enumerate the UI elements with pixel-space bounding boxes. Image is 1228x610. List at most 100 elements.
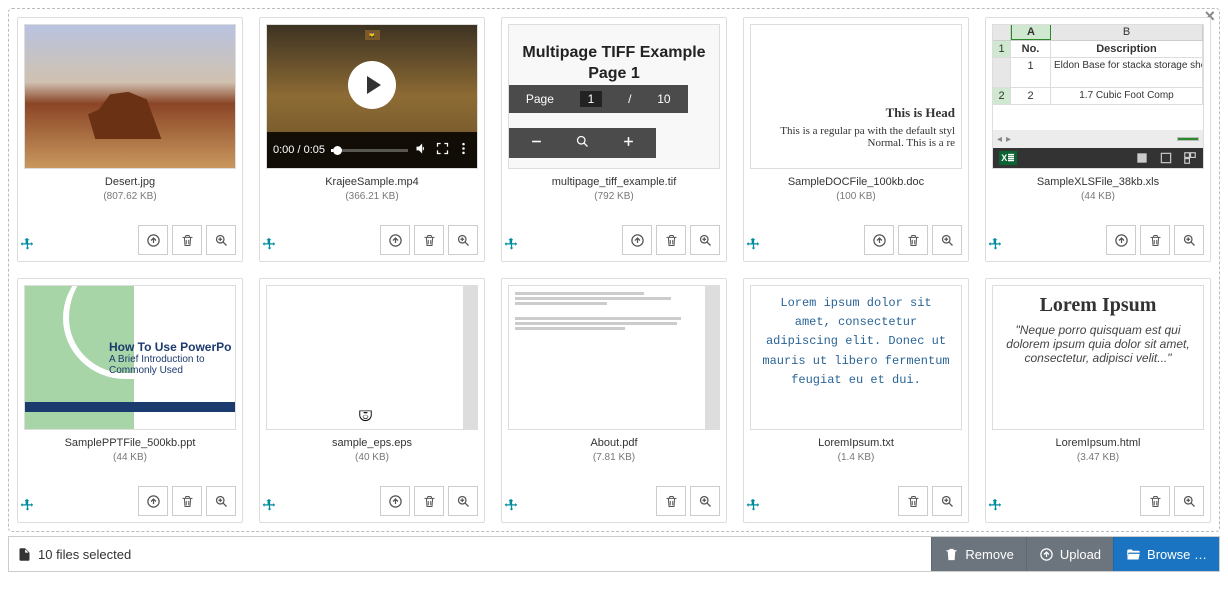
upload-button[interactable]: Upload <box>1026 537 1113 571</box>
thumbnail-preview: Lorem ipsum dolor sit amet, consectetur … <box>750 285 962 430</box>
file-actions <box>992 225 1204 255</box>
thumbnail-preview: Multipage TIFF Example Page 1 Page 1 / 1… <box>508 24 720 169</box>
excel-icon: X≣ <box>999 151 1017 165</box>
file-drop-zone[interactable]: × Desert.jpg (807.62 KB) 0:00 / 0:05 Kra <box>8 8 1220 532</box>
file-card: sample_eps.eps (40 KB) <box>259 278 485 523</box>
upload-icon <box>1039 547 1054 562</box>
thumbnail-preview <box>266 285 478 430</box>
video-progress[interactable] <box>331 149 408 152</box>
move-icon[interactable] <box>746 498 764 516</box>
file-size: (807.62 KB) <box>24 190 236 204</box>
file-caption: About.pdf (7.81 KB) <box>508 436 720 465</box>
file-actions <box>508 486 720 516</box>
zoom-button-icon[interactable] <box>206 486 236 516</box>
trash-button-icon[interactable] <box>898 225 928 255</box>
zoom-in-icon[interactable] <box>621 134 636 152</box>
zoom-button-icon[interactable] <box>1174 486 1204 516</box>
trash-button-icon[interactable] <box>414 486 444 516</box>
file-caption: multipage_tiff_example.tif (792 KB) <box>508 175 720 204</box>
upload-button-icon[interactable] <box>138 486 168 516</box>
page-label: Page <box>526 92 554 106</box>
zoom-button-icon[interactable] <box>206 225 236 255</box>
thumbnail-preview: Lorem Ipsum "Neque porro quisquam est qu… <box>992 285 1204 430</box>
file-actions <box>750 486 962 516</box>
move-icon[interactable] <box>504 498 522 516</box>
trash-button-icon[interactable] <box>898 486 928 516</box>
zoom-button-icon[interactable] <box>690 486 720 516</box>
fullscreen-icon[interactable] <box>435 141 450 159</box>
file-name: About.pdf <box>508 436 720 451</box>
zoom-button-icon[interactable] <box>932 225 962 255</box>
move-icon[interactable] <box>262 237 280 255</box>
file-name: sample_eps.eps <box>266 436 478 451</box>
zoom-fit-icon[interactable] <box>575 134 590 152</box>
file-name: LoremIpsum.txt <box>750 436 962 451</box>
move-icon[interactable] <box>20 237 38 255</box>
file-size: (40 KB) <box>266 451 478 465</box>
browse-label: Browse … <box>1147 547 1207 562</box>
move-icon[interactable] <box>988 498 1006 516</box>
upload-button-icon[interactable] <box>380 486 410 516</box>
file-caption: SamplePPTFile_500kb.ppt (44 KB) <box>24 436 236 465</box>
file-name: SamplePPTFile_500kb.ppt <box>24 436 236 451</box>
folder-open-icon <box>1126 547 1141 562</box>
pdf-page-toolbar[interactable]: Page 1 / 10 <box>509 85 688 113</box>
upload-button-icon[interactable] <box>864 225 894 255</box>
video-controls[interactable]: 0:00 / 0:05 <box>267 132 477 168</box>
zoom-out-icon[interactable] <box>529 134 544 152</box>
upload-button-icon[interactable] <box>622 225 652 255</box>
file-caption: LoremIpsum.txt (1.4 KB) <box>750 436 962 465</box>
file-caption: Desert.jpg (807.62 KB) <box>24 175 236 204</box>
move-icon[interactable] <box>988 237 1006 255</box>
trash-button-icon[interactable] <box>656 225 686 255</box>
trash-button-icon[interactable] <box>172 225 202 255</box>
remove-button[interactable]: Remove <box>931 537 1025 571</box>
upload-button-icon[interactable] <box>138 225 168 255</box>
trash-button-icon[interactable] <box>1140 225 1170 255</box>
file-size: (792 KB) <box>508 190 720 204</box>
move-icon[interactable] <box>504 237 522 255</box>
file-actions <box>24 225 236 255</box>
file-actions <box>750 225 962 255</box>
page-sep: / <box>628 92 631 106</box>
upload-button-icon[interactable] <box>380 225 410 255</box>
file-actions <box>266 225 478 255</box>
pdf-zoom-toolbar[interactable] <box>509 128 656 158</box>
file-card: This is Head This is a regular pa with t… <box>743 17 969 262</box>
zoom-button-icon[interactable] <box>932 486 962 516</box>
file-name: LoremIpsum.html <box>992 436 1204 451</box>
more-icon[interactable] <box>456 141 471 159</box>
trash-button-icon[interactable] <box>172 486 202 516</box>
file-name: SampleDOCFile_100kb.doc <box>750 175 962 190</box>
move-icon[interactable] <box>746 237 764 255</box>
trash-button-icon[interactable] <box>656 486 686 516</box>
footer-status: 10 files selected <box>9 537 931 571</box>
file-actions <box>24 486 236 516</box>
zoom-button-icon[interactable] <box>448 225 478 255</box>
volume-icon[interactable] <box>414 141 429 159</box>
zoom-button-icon[interactable] <box>448 486 478 516</box>
file-size: (1.4 KB) <box>750 451 962 465</box>
file-icon <box>17 547 32 562</box>
move-icon[interactable] <box>262 498 280 516</box>
zoom-button-icon[interactable] <box>1174 225 1204 255</box>
zoom-button-icon[interactable] <box>690 225 720 255</box>
trash-button-icon[interactable] <box>1140 486 1170 516</box>
doc-body: This is a regular pa with the default st… <box>771 125 955 149</box>
file-caption: SampleXLSFile_38kb.xls (44 KB) <box>992 175 1204 204</box>
thumbnail-preview <box>508 285 720 430</box>
file-size: (366.21 KB) <box>266 190 478 204</box>
page-current[interactable]: 1 <box>580 91 603 107</box>
xls-col-b: B <box>1051 25 1203 40</box>
file-actions <box>992 486 1204 516</box>
trash-button-icon[interactable] <box>414 225 444 255</box>
thumbnail-preview: A B 1No.Description 1Eldon Base for stac… <box>992 24 1204 169</box>
thumbnail-preview: How To Use PowerPoA Brief Introduction t… <box>24 285 236 430</box>
browse-button[interactable]: Browse … <box>1113 537 1219 571</box>
status-text: 10 files selected <box>38 547 131 562</box>
move-icon[interactable] <box>20 498 38 516</box>
upload-button-icon[interactable] <box>1106 225 1136 255</box>
play-icon[interactable] <box>348 61 396 109</box>
thumbnail-preview[interactable]: 0:00 / 0:05 <box>266 24 478 169</box>
html-heading: Lorem Ipsum <box>1005 294 1191 317</box>
